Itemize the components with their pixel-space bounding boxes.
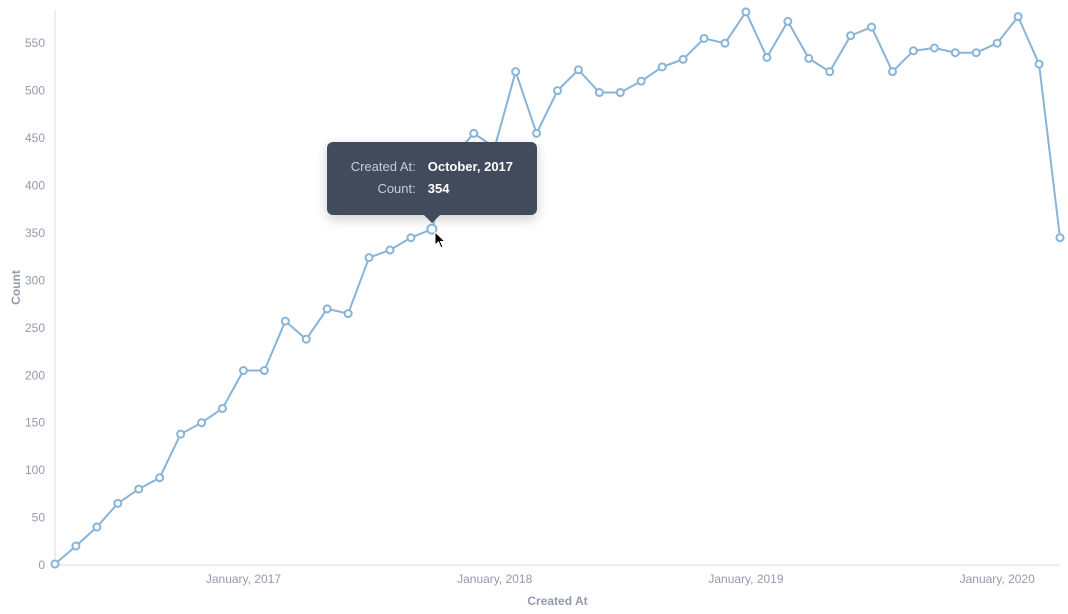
tooltip-row-label: Count:	[345, 178, 422, 201]
data-point[interactable]	[1036, 61, 1043, 68]
data-point[interactable]	[763, 54, 770, 61]
y-tick-label: 250	[25, 321, 45, 335]
data-point[interactable]	[366, 254, 373, 261]
data-point[interactable]	[868, 24, 875, 31]
data-point[interactable]	[889, 68, 896, 75]
data-point[interactable]	[638, 78, 645, 85]
y-tick-label: 150	[25, 416, 45, 430]
data-point[interactable]	[1015, 13, 1022, 20]
data-point[interactable]	[931, 44, 938, 51]
data-point[interactable]	[596, 89, 603, 96]
data-point[interactable]	[554, 87, 561, 94]
y-tick-label: 400	[25, 179, 45, 193]
data-point[interactable]	[282, 318, 289, 325]
tooltip-row-value: October, 2017	[422, 156, 519, 179]
data-point[interactable]	[93, 524, 100, 531]
y-tick-label: 200	[25, 368, 45, 382]
data-point[interactable]	[261, 367, 268, 374]
tooltip-row-value: 354	[422, 178, 519, 201]
data-point[interactable]	[219, 405, 226, 412]
data-point[interactable]	[617, 89, 624, 96]
x-tick-label: January, 2018	[457, 572, 532, 586]
line-chart[interactable]: 0 50 100 150 200 250 300 350 400 450 500 550 January…	[0, 0, 1068, 614]
y-tick-label: 550	[25, 36, 45, 50]
data-point[interactable]	[701, 35, 708, 42]
data-point[interactable]	[470, 130, 477, 137]
y-tick-label: 450	[25, 131, 45, 145]
data-point[interactable]	[533, 130, 540, 137]
data-point[interactable]	[575, 66, 582, 73]
data-point-hover[interactable]	[427, 225, 436, 234]
data-point[interactable]	[177, 431, 184, 438]
data-point[interactable]	[512, 68, 519, 75]
data-point[interactable]	[324, 305, 331, 312]
data-point[interactable]	[387, 247, 394, 254]
y-tick-label: 50	[32, 511, 46, 525]
data-point[interactable]	[994, 40, 1001, 47]
data-point[interactable]	[198, 419, 205, 426]
data-point[interactable]	[952, 49, 959, 56]
data-point[interactable]	[722, 40, 729, 47]
data-point[interactable]	[303, 336, 310, 343]
data-point[interactable]	[742, 8, 749, 15]
x-axis-title: Created At	[527, 594, 587, 608]
data-point[interactable]	[72, 543, 79, 550]
data-point[interactable]	[973, 49, 980, 56]
data-point[interactable]	[784, 18, 791, 25]
y-tick-label: 0	[38, 558, 45, 572]
data-point[interactable]	[805, 55, 812, 62]
x-tick-label: January, 2017	[206, 572, 281, 586]
chart-svg[interactable]: 0 50 100 150 200 250 300 350 400 450 500 550 January…	[0, 0, 1068, 614]
data-point[interactable]	[156, 474, 163, 481]
chart-tooltip: Created At: October, 2017 Count: 354	[327, 142, 537, 216]
data-point[interactable]	[240, 367, 247, 374]
data-point[interactable]	[114, 500, 121, 507]
data-point[interactable]	[910, 47, 917, 54]
x-tick-label: January, 2019	[708, 572, 783, 586]
data-point[interactable]	[826, 68, 833, 75]
data-point[interactable]	[847, 32, 854, 39]
y-tick-label: 350	[25, 226, 45, 240]
data-point[interactable]	[407, 234, 414, 241]
tooltip-row-label: Created At:	[345, 156, 422, 179]
data-point[interactable]	[345, 310, 352, 317]
data-point[interactable]	[52, 561, 59, 568]
data-point[interactable]	[1057, 234, 1064, 241]
x-tick-label: January, 2020	[960, 572, 1035, 586]
y-axis-title: Count	[9, 270, 23, 305]
y-tick-label: 500	[25, 84, 45, 98]
data-point[interactable]	[680, 56, 687, 63]
y-tick-label: 100	[25, 463, 45, 477]
data-point[interactable]	[659, 63, 666, 70]
data-point[interactable]	[135, 486, 142, 493]
y-tick-label: 300	[25, 273, 45, 287]
